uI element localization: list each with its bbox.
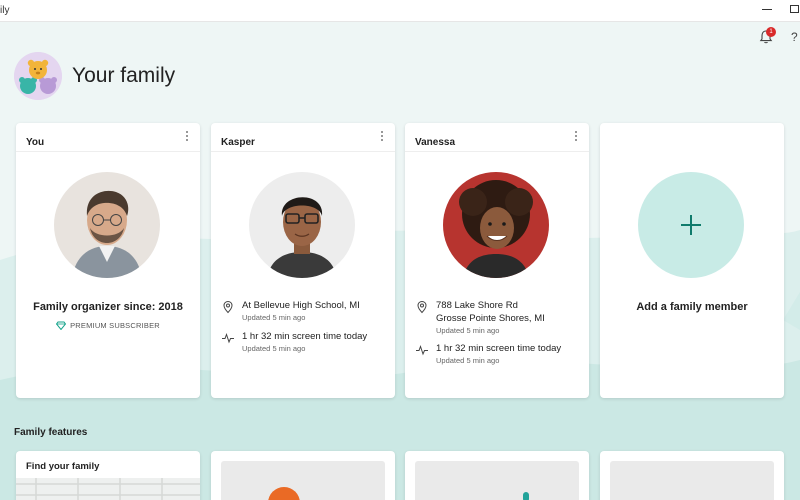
location-line2-text: Grosse Pointe Shores, MI: [436, 313, 545, 324]
location-pin-icon: [417, 300, 427, 314]
location-updated-text: Updated 5 min ago: [436, 326, 500, 335]
map-preview: [16, 478, 200, 500]
location-pin-icon: [223, 300, 233, 314]
more-options-icon[interactable]: [381, 131, 384, 142]
feature-preview: [221, 461, 385, 500]
find-your-family-card[interactable]: Find your family: [16, 451, 200, 500]
member-name: Kasper: [221, 137, 255, 148]
teal-marker-icon: [523, 492, 529, 500]
family-features-heading: Family features: [14, 427, 88, 438]
premium-badge: PREMIUM SUBSCRIBER: [16, 321, 200, 330]
member-photo: [54, 172, 160, 278]
minimize-button[interactable]: [760, 2, 774, 16]
member-card-kasper[interactable]: Kasper At Bellevue High School, MI Updat…: [211, 123, 395, 398]
location-updated-text: Updated 5 min ago: [242, 313, 306, 322]
boy-portrait-icon: [249, 172, 355, 278]
screen-time-updated-text: Updated 5 min ago: [242, 344, 306, 353]
member-card-vanessa[interactable]: Vanessa 788 Lake Shore Rd Grosse Pointe …: [405, 123, 589, 398]
man-portrait-icon: [54, 172, 160, 278]
more-options-icon[interactable]: [186, 131, 189, 142]
member-name: You: [26, 137, 45, 148]
page-header: Your family: [14, 52, 175, 100]
member-name: Vanessa: [415, 137, 456, 148]
feature-preview: [415, 461, 579, 500]
member-photo: [249, 172, 355, 278]
map-grid-icon: [16, 478, 200, 500]
bears-illustration-icon: [14, 52, 62, 100]
member-card-you[interactable]: You Family organizer since: 2018 PREMIUM…: [16, 123, 200, 398]
card-header: You: [16, 123, 200, 152]
girl-portrait-icon: [443, 172, 549, 278]
location-line1-text: 788 Lake Shore Rd: [436, 300, 518, 311]
more-options-icon[interactable]: [575, 131, 578, 142]
screen-time-row: 1 hr 32 min screen time today Updated 5 …: [221, 330, 367, 354]
screen-time-row: 1 hr 32 min screen time today Updated 5 …: [415, 342, 561, 366]
diamond-icon: [56, 321, 67, 330]
feature-card-3[interactable]: [405, 451, 589, 500]
card-header: Vanessa: [405, 123, 589, 152]
organizer-since-text: Family organizer since: 2018: [33, 301, 183, 313]
screen-time-text: 1 hr 32 min screen time today: [242, 331, 368, 342]
feature-preview: [610, 461, 774, 500]
screen-time-text: 1 hr 32 min screen time today: [436, 343, 562, 354]
app-title: ily: [0, 5, 10, 16]
member-photo: [443, 172, 549, 278]
add-family-member-card[interactable]: Add a family member: [600, 123, 784, 398]
find-your-family-title: Find your family: [26, 461, 100, 472]
notification-badge: 1: [766, 27, 776, 37]
activity-pulse-icon: [222, 333, 234, 344]
title-bar: ily: [0, 0, 800, 22]
family-avatar: [14, 52, 62, 100]
plus-icon[interactable]: [638, 172, 744, 278]
feature-card-4[interactable]: [600, 451, 784, 500]
location-row: At Bellevue High School, MI Updated 5 mi…: [221, 299, 360, 323]
feature-card-2[interactable]: [211, 451, 395, 500]
activity-pulse-icon: [416, 345, 428, 356]
add-family-member-label[interactable]: Add a family member: [600, 301, 784, 313]
location-row: 788 Lake Shore Rd Grosse Pointe Shores, …: [415, 299, 545, 336]
screen-time-updated-text: Updated 5 min ago: [436, 356, 500, 365]
card-header: Kasper: [211, 123, 395, 152]
maximize-button[interactable]: [790, 5, 799, 13]
help-button[interactable]: ?: [791, 30, 798, 44]
location-text: At Bellevue High School, MI: [242, 300, 360, 311]
premium-subscriber-label: PREMIUM SUBSCRIBER: [70, 321, 160, 330]
page-title: Your family: [72, 64, 176, 87]
